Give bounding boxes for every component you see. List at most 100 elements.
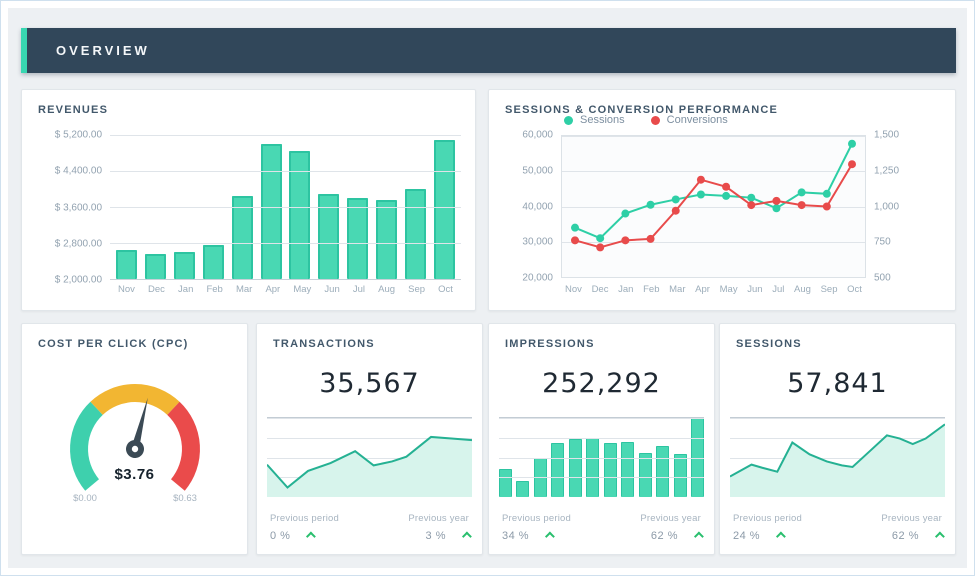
transactions-footer: Previous period 0 % Previous year 3 % [270, 513, 469, 542]
legend-dot-icon [564, 116, 573, 125]
impressions-bar [639, 453, 652, 497]
conversions-point [747, 201, 755, 209]
revenue-bar [232, 196, 253, 279]
sparkline-canvas [730, 418, 945, 497]
revenue-bar [405, 189, 426, 279]
month-label: Nov [118, 284, 135, 295]
legend-item-sessions[interactable]: Sessions [564, 114, 625, 126]
sessions-conversions-card: SESSIONS & CONVERSION PERFORMANCE Sessio… [488, 89, 956, 311]
previous-period-cell: Previous period 34 % [502, 513, 571, 542]
conversions-point [772, 197, 780, 205]
sessions-conversions-title: SESSIONS & CONVERSION PERFORMANCE [489, 90, 955, 116]
gridline [499, 418, 704, 419]
month-label: Oct [438, 284, 453, 295]
gridline [110, 171, 461, 172]
sessions-conversions-x-axis: NovDecJanFebMarAprMayJunJulAugSepOct [561, 284, 866, 295]
conversions-point [697, 176, 705, 184]
sessions-point [596, 234, 604, 242]
axis-label: 40,000 [522, 201, 553, 212]
impressions-bar [586, 438, 599, 497]
caret-up-icon [776, 531, 786, 541]
month-label: Oct [847, 284, 862, 295]
sessions-value: 57,841 [720, 368, 955, 399]
sessions-point [621, 210, 629, 218]
previous-period-value: 0 % [270, 530, 290, 542]
sessions-sparkline[interactable] [730, 417, 945, 497]
gauge-max-marker-icon [180, 482, 190, 489]
sessions-point [672, 195, 680, 203]
revenue-bar [116, 250, 137, 279]
conversions-point [798, 201, 806, 209]
impressions-bar [621, 442, 634, 497]
revenue-bar [261, 144, 282, 279]
axis-label: 50,000 [522, 165, 553, 176]
impressions-bar [656, 446, 669, 497]
transactions-card: TRANSACTIONS 35,567 Previous period 0 % … [256, 323, 483, 555]
revenue-bar [145, 254, 166, 279]
impressions-title: IMPRESSIONS [489, 324, 714, 350]
month-label: Jan [618, 284, 633, 295]
conversions-point [848, 160, 856, 168]
cpc-title: COST PER CLICK (CPC) [22, 324, 247, 350]
sessions-point [647, 201, 655, 209]
previous-period-label: Previous period [733, 513, 802, 524]
impressions-bar [551, 443, 564, 497]
transactions-sparkline[interactable] [267, 417, 472, 497]
overview-header: OVERVIEW [21, 28, 956, 73]
line-chart-canvas[interactable] [562, 136, 865, 277]
previous-year-cell: Previous year 62 % [881, 513, 942, 542]
cpc-max-label: $0.63 [157, 493, 213, 504]
cpc-value: $3.76 [22, 466, 247, 483]
month-label: Jul [353, 284, 365, 295]
sessions-footer: Previous period 24 % Previous year 62 % [733, 513, 942, 542]
caret-up-icon [935, 531, 945, 541]
month-label: Dec [148, 284, 165, 295]
sessions-point [772, 204, 780, 212]
axis-label: 1,000 [874, 201, 899, 212]
conversions-point [672, 207, 680, 215]
month-label: Jul [772, 284, 784, 295]
caret-up-icon [545, 531, 555, 541]
page-title: OVERVIEW [27, 28, 956, 73]
sparkline-area [267, 437, 472, 497]
revenues-card: REVENUES $ 5,200.00$ 4,400.00$ 3,600.00$… [21, 89, 476, 311]
month-label: Jan [178, 284, 193, 295]
impressions-bar [516, 481, 529, 497]
axis-label: 750 [874, 237, 891, 248]
month-label: Aug [794, 284, 811, 295]
previous-year-cell: Previous year 3 % [408, 513, 469, 542]
axis-label: 500 [874, 273, 891, 284]
sparkline-area [730, 424, 945, 497]
legend-dot-icon [651, 116, 660, 125]
sessions-conversions-line-chart[interactable] [561, 135, 866, 278]
previous-year-label: Previous year [881, 513, 942, 524]
revenue-bar [174, 252, 195, 279]
previous-period-cell: Previous period 24 % [733, 513, 802, 542]
conversions-y-axis-right: 1,5001,2501,000750500 [874, 135, 929, 278]
previous-period-value: 34 % [502, 530, 529, 542]
previous-year-label: Previous year [640, 513, 701, 524]
revenue-bar [434, 140, 455, 279]
legend-item-conversions[interactable]: Conversions [651, 114, 728, 126]
impressions-bar [604, 443, 617, 497]
month-label: Mar [236, 284, 252, 295]
previous-period-value: 24 % [733, 530, 760, 542]
axis-label: $ 4,400.00 [55, 166, 102, 177]
dashboard-page: OVERVIEW REVENUES $ 5,200.00$ 4,400.00$ … [0, 0, 975, 576]
axis-label: 1,500 [874, 130, 899, 141]
gauge-min-marker-icon [80, 482, 90, 489]
axis-label: $ 3,600.00 [55, 202, 102, 213]
sessions-y-axis-left: 60,00050,00040,00030,00020,000 [495, 135, 553, 278]
revenues-bar-chart[interactable] [110, 135, 461, 280]
axis-label: $ 5,200.00 [55, 130, 102, 141]
month-label: Nov [565, 284, 582, 295]
sessions-point [848, 140, 856, 148]
cpc-card: COST PER CLICK (CPC) $3.76 $0.00 $0.63 [21, 323, 248, 555]
month-label: Sep [408, 284, 425, 295]
month-label: May [293, 284, 311, 295]
sessions-title: SESSIONS [720, 324, 955, 350]
previous-year-value: 62 % [892, 530, 919, 542]
month-label: Feb [206, 284, 222, 295]
caret-up-icon [694, 531, 704, 541]
impressions-bar-chart[interactable] [499, 417, 704, 497]
